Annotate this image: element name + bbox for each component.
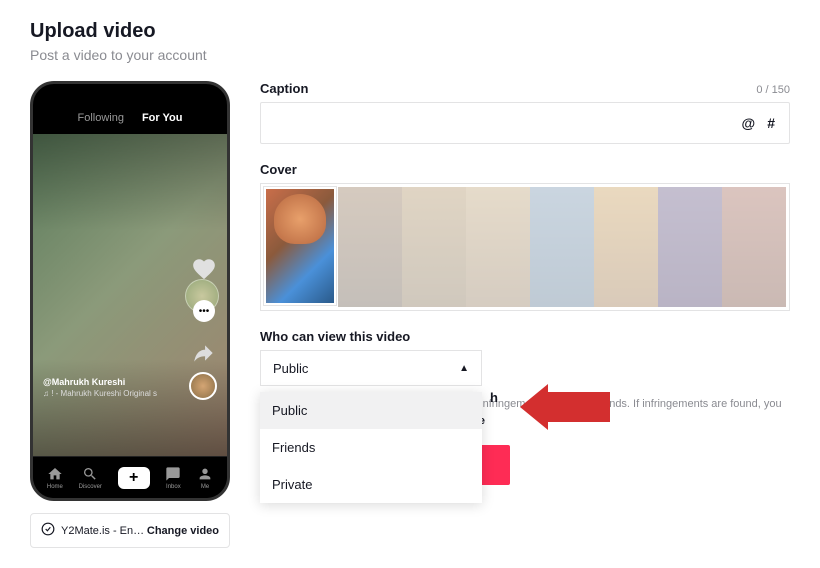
comment-icon[interactable]: ••• [191,298,217,324]
privacy-label: Who can view this video [260,329,410,344]
obscured-heading: h [490,390,498,405]
caption-label: Caption [260,81,308,96]
nav-me[interactable]: Me [197,466,213,490]
nav-discover[interactable]: Discover [79,466,102,490]
phone-preview: Following For You ••• @Mahrukh Kureshi ♫… [30,81,230,501]
preview-username: @Mahrukh Kureshi [43,377,179,387]
privacy-dropdown[interactable]: Public ▲ [260,350,482,386]
change-video-button[interactable]: Change video [147,525,219,537]
video-preview: ••• @Mahrukh Kureshi ♫ ! - Mahrukh Kures… [33,134,227,456]
cover-thumbnails[interactable] [338,187,786,307]
heart-icon[interactable] [191,256,217,282]
privacy-menu: Public Friends Private [260,392,482,503]
share-icon[interactable] [191,340,217,366]
privacy-option-public[interactable]: Public [260,392,482,429]
tab-following[interactable]: Following [77,112,123,124]
cover-label: Cover [260,162,790,177]
hashtag-button[interactable]: # [767,115,775,131]
nav-create-button[interactable]: + [118,467,150,489]
cover-selected-frame[interactable] [264,187,336,305]
chevron-up-icon: ▲ [459,363,469,374]
privacy-selected: Public [273,361,308,376]
page-subtitle: Post a video to your account [30,47,790,63]
annotation-arrow-icon [520,384,610,430]
cover-selector[interactable] [260,183,790,311]
file-row: Y2Mate.is - Encanto bu... Change video [30,513,230,548]
file-name: Y2Mate.is - Encanto bu... [61,525,147,537]
nav-inbox[interactable]: Inbox [165,466,181,490]
nav-home[interactable]: Home [47,466,63,490]
tab-foryou[interactable]: For You [142,112,183,124]
privacy-option-private[interactable]: Private [260,466,482,503]
sound-disc-icon [189,372,217,400]
check-icon [41,522,55,539]
caption-input[interactable] [275,103,730,143]
privacy-option-friends[interactable]: Friends [260,429,482,466]
caption-count: 0 / 150 [756,84,790,96]
preview-sound: ♫ ! - Mahrukh Kureshi Original s [43,389,179,398]
page-title: Upload video [30,20,790,43]
caption-field[interactable]: @ # [260,102,790,144]
mention-button[interactable]: @ [742,115,756,131]
